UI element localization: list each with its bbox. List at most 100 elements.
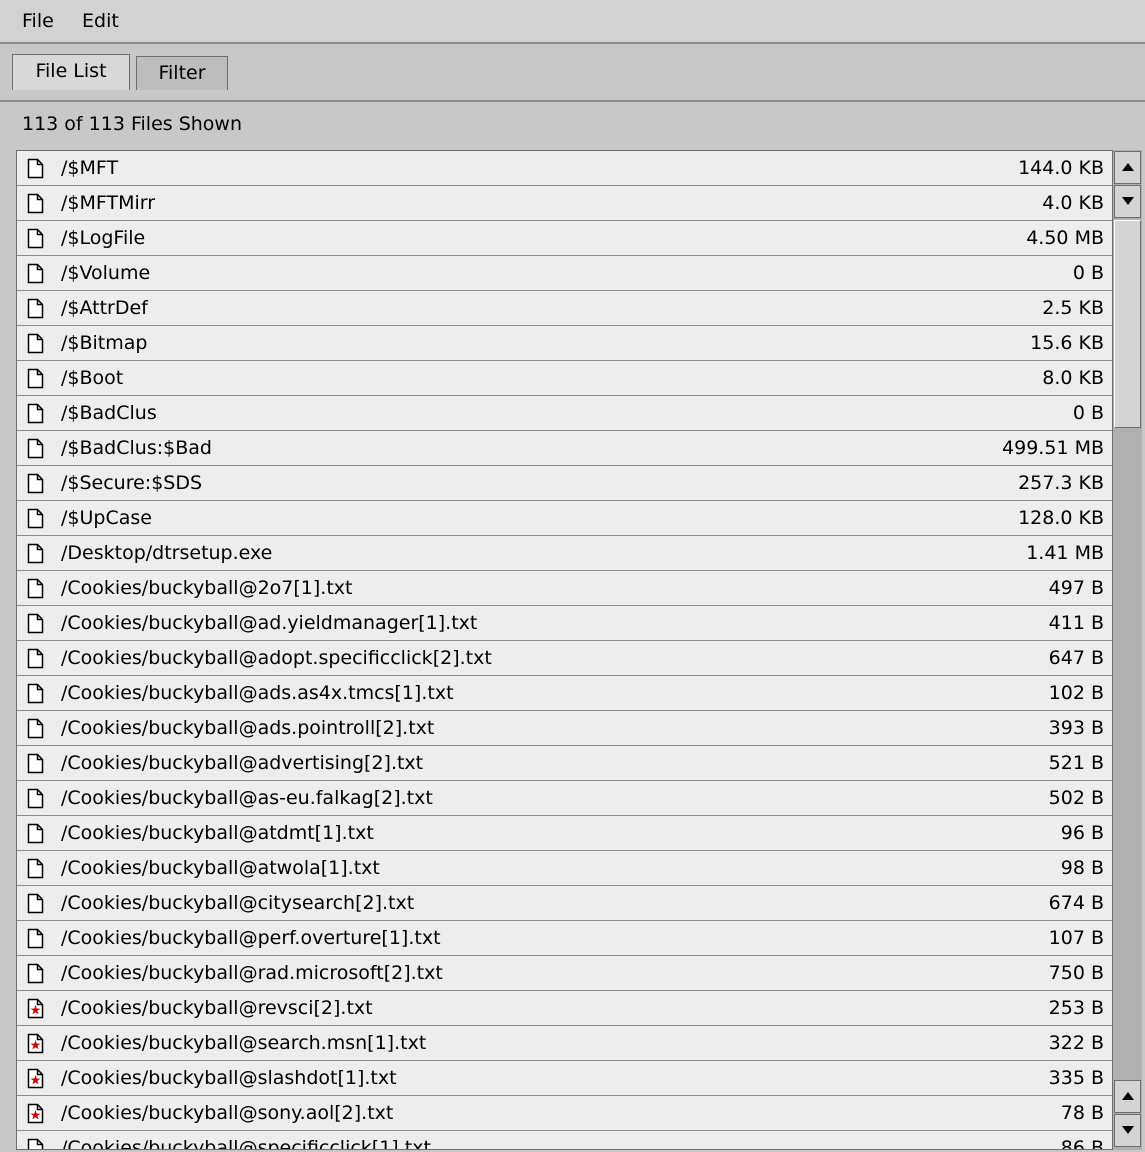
file-row[interactable]: /Cookies/buckyball@atdmt[1].txt 96 B — [17, 816, 1112, 851]
file-icon — [27, 403, 44, 424]
file-icon — [27, 333, 44, 354]
file-icon — [27, 473, 44, 494]
file-list[interactable]: /$MFT 144.0 KB /$MFTMirr 4.0 KB /$LogFile 4.5… — [16, 150, 1112, 1150]
file-row[interactable]: /Cookies/buckyball@ad.yieldmanager[1].tx… — [17, 606, 1112, 641]
file-name: /$Boot — [61, 367, 124, 389]
file-size: 0 B — [1072, 262, 1104, 284]
file-row[interactable]: /$BadClus 0 B — [17, 396, 1112, 431]
file-size: 521 B — [1048, 752, 1104, 774]
file-name: /$UpCase — [61, 507, 152, 529]
arrow-down-icon — [1122, 1126, 1134, 1134]
file-row[interactable]: /$LogFile 4.50 MB — [17, 221, 1112, 256]
file-row[interactable]: /Cookies/buckyball@search.msn[1].txt 322 … — [17, 1026, 1112, 1061]
file-name: /Cookies/buckyball@adopt.specificclick[2… — [61, 647, 492, 669]
file-size: 128.0 KB — [1018, 507, 1104, 529]
file-row[interactable]: /$Bitmap 15.6 KB — [17, 326, 1112, 361]
file-row[interactable]: /Cookies/buckyball@2o7[1].txt 497 B — [17, 571, 1112, 606]
file-row[interactable]: /Cookies/buckyball@rad.microsoft[2].txt 7… — [17, 956, 1112, 991]
file-size: 335 B — [1048, 1067, 1104, 1089]
file-icon — [27, 928, 44, 949]
file-row[interactable]: /Cookies/buckyball@slashdot[1].txt 335 B — [17, 1061, 1112, 1096]
scroll-down-button-bottom[interactable] — [1114, 1114, 1141, 1147]
file-name: /Cookies/buckyball@specificclick[1].txt — [61, 1137, 431, 1150]
file-icon — [27, 648, 44, 669]
arrow-down-icon — [1122, 197, 1134, 205]
file-row[interactable]: /$AttrDef 2.5 KB — [17, 291, 1112, 326]
file-size: 8.0 KB — [1042, 367, 1104, 389]
file-icon — [27, 263, 44, 284]
file-size: 4.0 KB — [1042, 192, 1104, 214]
file-name: /Cookies/buckyball@sony.aol[2].txt — [61, 1102, 394, 1124]
file-size: 96 B — [1060, 822, 1104, 844]
file-row[interactable]: /$Secure:$SDS 257.3 KB — [17, 466, 1112, 501]
file-row[interactable]: /Cookies/buckyball@ads.pointroll[2].txt 3… — [17, 711, 1112, 746]
file-icon — [27, 823, 44, 844]
tab-strip: File List Filter — [0, 46, 1145, 102]
file-row[interactable]: /$MFT 144.0 KB — [17, 151, 1112, 186]
file-name: /$AttrDef — [61, 297, 148, 319]
files-shown-status: 113 of 113 Files Shown — [22, 113, 243, 135]
file-row[interactable]: /Cookies/buckyball@specificclick[1].txt 8… — [17, 1131, 1112, 1150]
file-row[interactable]: /Desktop/dtrsetup.exe 1.41 MB — [17, 536, 1112, 571]
file-name: /Cookies/buckyball@2o7[1].txt — [61, 577, 353, 599]
file-row[interactable]: /$Volume 0 B — [17, 256, 1112, 291]
file-name: /$BadClus:$Bad — [61, 437, 212, 459]
scroll-up-button-bottom[interactable] — [1114, 1080, 1141, 1113]
tab-filter[interactable]: Filter — [136, 56, 228, 90]
file-size: 86 B — [1060, 1137, 1104, 1150]
file-icon — [27, 578, 44, 599]
file-size: 15.6 KB — [1030, 332, 1104, 354]
file-icon — [27, 858, 44, 879]
file-size: 502 B — [1048, 787, 1104, 809]
file-size: 322 B — [1048, 1032, 1104, 1054]
file-size: 1.41 MB — [1026, 542, 1104, 564]
file-icon — [27, 1138, 44, 1149]
scroll-down-button[interactable] — [1114, 185, 1141, 218]
deleted-file-icon — [27, 1033, 44, 1054]
file-row[interactable]: /Cookies/buckyball@advertising[2].txt 521… — [17, 746, 1112, 781]
file-name: /$MFT — [61, 157, 119, 179]
file-icon — [27, 158, 44, 179]
file-size: 78 B — [1060, 1102, 1104, 1124]
file-icon — [27, 228, 44, 249]
file-icon — [27, 438, 44, 459]
file-icon — [27, 788, 44, 809]
scroll-thumb[interactable] — [1114, 220, 1141, 428]
file-row[interactable]: /Cookies/buckyball@revsci[2].txt 253 B — [17, 991, 1112, 1026]
vertical-scrollbar[interactable] — [1112, 150, 1142, 1150]
file-row[interactable]: /$MFTMirr 4.0 KB — [17, 186, 1112, 221]
file-row[interactable]: /Cookies/buckyball@adopt.specificclick[2… — [17, 641, 1112, 676]
file-name: /Desktop/dtrsetup.exe — [61, 542, 273, 564]
file-size: 253 B — [1048, 997, 1104, 1019]
file-icon — [27, 613, 44, 634]
arrow-up-icon — [1122, 1092, 1134, 1100]
file-name: /Cookies/buckyball@revsci[2].txt — [61, 997, 373, 1019]
file-row[interactable]: /$UpCase 128.0 KB — [17, 501, 1112, 536]
menu-bar: File Edit — [0, 0, 1145, 44]
file-icon — [27, 543, 44, 564]
file-row[interactable]: /Cookies/buckyball@ads.as4x.tmcs[1].txt 1… — [17, 676, 1112, 711]
deleted-file-icon — [27, 1068, 44, 1089]
file-size: 107 B — [1048, 927, 1104, 949]
file-size: 393 B — [1048, 717, 1104, 739]
file-row[interactable]: /Cookies/buckyball@perf.overture[1].txt 1… — [17, 921, 1112, 956]
file-row[interactable]: /Cookies/buckyball@atwola[1].txt 98 B — [17, 851, 1112, 886]
file-row[interactable]: /$Boot 8.0 KB — [17, 361, 1112, 396]
file-icon — [27, 753, 44, 774]
file-icon — [27, 963, 44, 984]
tab-file-list[interactable]: File List — [12, 54, 130, 90]
file-size: 4.50 MB — [1026, 227, 1104, 249]
menu-file[interactable]: File — [22, 10, 54, 32]
file-size: 98 B — [1060, 857, 1104, 879]
menu-edit[interactable]: Edit — [82, 10, 119, 32]
file-size: 674 B — [1048, 892, 1104, 914]
file-row[interactable]: /$BadClus:$Bad 499.51 MB — [17, 431, 1112, 466]
file-name: /$Bitmap — [61, 332, 148, 354]
file-icon — [27, 368, 44, 389]
file-row[interactable]: /Cookies/buckyball@sony.aol[2].txt 78 B — [17, 1096, 1112, 1131]
file-icon — [27, 893, 44, 914]
arrow-up-icon — [1122, 163, 1134, 171]
scroll-up-button[interactable] — [1114, 151, 1141, 184]
file-row[interactable]: /Cookies/buckyball@as-eu.falkag[2].txt 50… — [17, 781, 1112, 816]
file-row[interactable]: /Cookies/buckyball@citysearch[2].txt 674 … — [17, 886, 1112, 921]
